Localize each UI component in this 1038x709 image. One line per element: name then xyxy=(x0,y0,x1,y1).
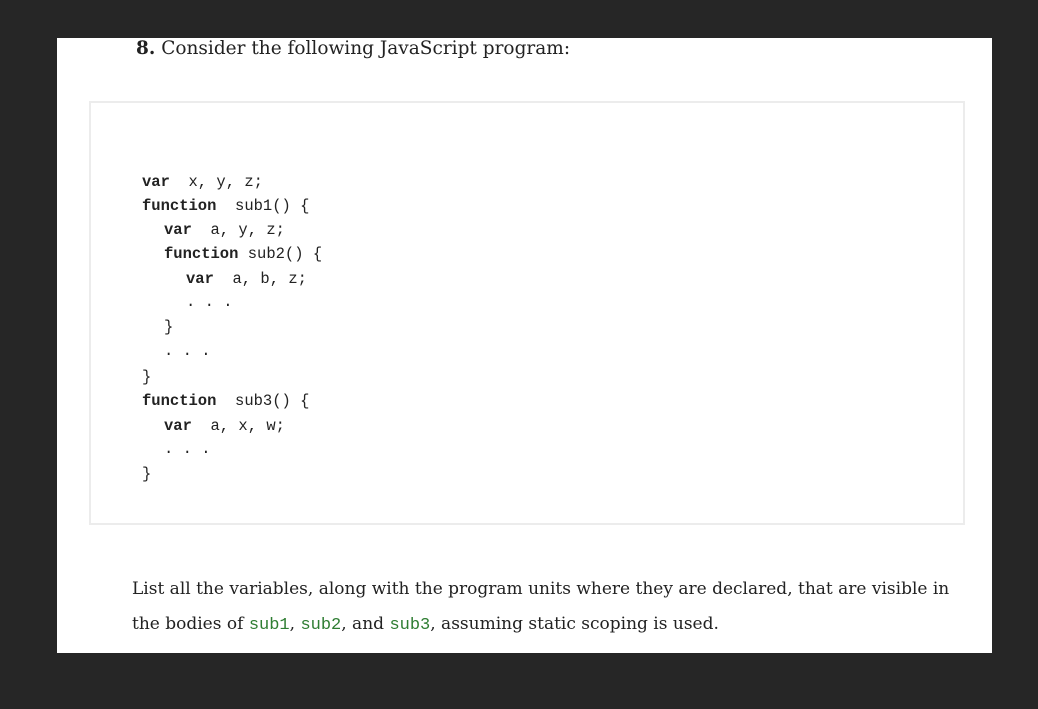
code-text: a, x, w; xyxy=(191,417,285,435)
code-keyword: var xyxy=(186,270,214,288)
code-keyword: function xyxy=(142,392,217,410)
code-keyword: var xyxy=(164,417,192,435)
code-line: var a, b, z; xyxy=(186,270,307,288)
prompt-separator: , xyxy=(289,614,301,634)
code-line: } xyxy=(164,318,173,336)
code-ellipsis: . . . xyxy=(186,293,233,311)
code-keyword: function xyxy=(164,245,239,263)
question-heading: 8. Consider the following JavaScript pro… xyxy=(136,38,570,60)
prompt-separator: , and xyxy=(341,614,390,634)
code-line: } xyxy=(142,368,151,386)
question-number: 8. xyxy=(136,38,156,59)
inline-code-sub3: sub3 xyxy=(389,616,431,635)
code-line: function sub1() { xyxy=(142,197,309,215)
code-line: var a, x, w; xyxy=(164,417,285,435)
code-line: . . . xyxy=(164,440,211,458)
code-text: x, y, z; xyxy=(169,173,263,191)
code-text: } xyxy=(142,465,152,483)
code-keyword: var xyxy=(142,173,170,191)
code-ellipsis: . . . xyxy=(164,440,211,458)
code-line: var a, y, z; xyxy=(164,221,285,239)
question-heading-text: Consider the following JavaScript progra… xyxy=(155,38,571,59)
code-keyword: var xyxy=(164,221,192,239)
prompt-text-end: , assuming static scoping is used. xyxy=(430,614,719,634)
code-line: function sub3() { xyxy=(142,392,309,410)
question-prompt: List all the variables, along with the p… xyxy=(132,572,982,643)
code-text: sub1() { xyxy=(216,197,310,215)
code-text: } xyxy=(142,368,152,386)
code-text: sub2() { xyxy=(238,245,323,263)
code-block: var x, y, z; function sub1() { var a, y,… xyxy=(89,101,965,525)
code-text: sub3() { xyxy=(216,392,310,410)
code-ellipsis: . . . xyxy=(164,342,211,360)
code-line: } xyxy=(142,465,151,483)
inline-code-sub2: sub2 xyxy=(300,616,342,635)
document-page: 8. Consider the following JavaScript pro… xyxy=(57,38,992,653)
code-line: . . . xyxy=(164,342,211,360)
inline-code-sub1: sub1 xyxy=(248,616,290,635)
code-text: a, y, z; xyxy=(191,221,285,239)
code-line: var x, y, z; xyxy=(142,173,263,191)
code-keyword: function xyxy=(142,197,217,215)
code-text: } xyxy=(164,318,174,336)
code-line: . . . xyxy=(186,293,233,311)
code-line: function sub2() { xyxy=(164,245,322,263)
code-text: a, b, z; xyxy=(213,270,307,288)
